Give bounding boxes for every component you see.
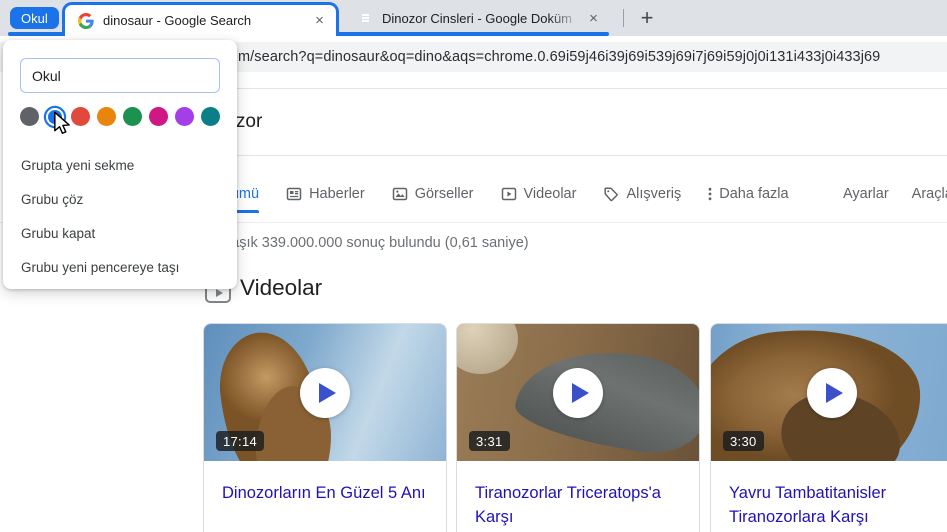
tab-title: Dinozor Cinsleri - Google Doküm — [382, 11, 573, 26]
tab-dinosaur-search[interactable]: dinosaur - Google Search × — [62, 2, 339, 36]
tab-ayarlar[interactable]: Ayarlar — [843, 186, 889, 202]
tab-araclar[interactable]: Araçlar — [912, 186, 947, 202]
video-thumbnail[interactable]: 17:14 — [204, 324, 446, 461]
tab-alisveris[interactable]: Alışveriş — [603, 186, 681, 202]
tab-haberler[interactable]: Haberler — [286, 186, 365, 202]
images-icon — [392, 186, 408, 202]
browser-window: dinozor Tümü Haberler Görseller — [0, 0, 947, 532]
video-card[interactable]: 17:14 Dinozorların En Güzel 5 Anı — [203, 323, 447, 532]
google-search-box[interactable]: dinozor — [185, 88, 947, 156]
serp-nav-right: Ayarlar Araçlar — [843, 182, 947, 206]
group-color-swatches — [20, 105, 220, 128]
swatch-orange[interactable] — [97, 107, 116, 126]
swatch-purple[interactable] — [175, 107, 194, 126]
video-duration-badge: 3:30 — [723, 431, 764, 451]
videos-icon — [501, 186, 517, 202]
tab-gorseller[interactable]: Görseller — [392, 186, 474, 202]
news-icon — [286, 186, 302, 202]
video-thumbnail[interactable]: 3:30 — [711, 324, 947, 461]
close-icon[interactable]: × — [585, 10, 602, 27]
tab-separator — [623, 9, 624, 27]
play-button-icon[interactable] — [807, 367, 857, 418]
result-stats: Yaklaşık 339.000.000 sonuç bulundu (0,61… — [204, 235, 529, 251]
new-tab-button[interactable]: + — [633, 4, 661, 32]
video-card[interactable]: 3:31 Tiranozorlar Triceratops'a Karşı — [456, 323, 700, 532]
video-duration-badge: 17:14 — [216, 431, 265, 451]
group-name-input[interactable]: Okul — [20, 58, 220, 93]
close-icon[interactable]: × — [311, 12, 328, 29]
play-button-icon[interactable] — [553, 367, 603, 418]
google-g-icon — [78, 12, 94, 29]
video-duration-badge: 3:31 — [469, 431, 510, 451]
menu-item-ungroup[interactable]: Grubu çöz — [3, 182, 237, 216]
swatch-green[interactable] — [123, 107, 142, 126]
more-dots-icon — [708, 186, 712, 202]
tab-daha-fazla[interactable]: Daha fazla — [708, 186, 789, 202]
serp-nav: Tümü Haberler Görseller Videolar Alışver… — [222, 182, 789, 213]
video-card[interactable]: 3:30 Yavru Tambatitanisler Tiranozorlara… — [710, 323, 947, 532]
swatch-red[interactable] — [71, 107, 90, 126]
mouse-cursor-icon — [52, 111, 72, 142]
play-button-icon[interactable] — [300, 367, 350, 418]
video-title-link[interactable]: Dinozorların En Güzel 5 Anı — [204, 461, 446, 505]
swatch-cyan[interactable] — [201, 107, 220, 126]
url-text: m/search?q=dinosaur&oq=dino&aqs=chrome.0… — [238, 49, 881, 65]
video-title-link[interactable]: Tiranozorlar Triceratops'a Karşı — [457, 461, 699, 529]
thumbnail-art — [457, 324, 518, 374]
tab-dinozor-cinsleri[interactable]: Dinozor Cinsleri - Google Doküm × — [345, 4, 608, 33]
video-title-link[interactable]: Yavru Tambatitanisler Tiranozorlara Karş… — [711, 461, 947, 529]
video-thumbnail[interactable]: 3:31 — [457, 324, 699, 461]
tab-strip: Okul dinosaur - Google Search × Dinozor … — [0, 0, 947, 36]
menu-item-close-group[interactable]: Grubu kapat — [3, 216, 237, 250]
videos-section-title: Videolar — [240, 275, 323, 300]
group-menu-items: Grupta yeni sekme Grubu çöz Grubu kapat … — [3, 148, 237, 284]
tab-group-menu: Okul Grupta yeni sekme Grubu çöz Grubu k… — [3, 40, 237, 289]
swatch-grey[interactable] — [20, 107, 39, 126]
menu-item-new-tab-in-group[interactable]: Grupta yeni sekme — [3, 148, 237, 182]
thumbnail-art — [511, 339, 699, 460]
tab-title: dinosaur - Google Search — [103, 13, 252, 28]
shopping-tag-icon — [603, 186, 619, 202]
google-docs-icon — [357, 11, 373, 27]
tab-group-chip[interactable]: Okul — [10, 7, 59, 29]
menu-item-move-to-new-window[interactable]: Grubu yeni pencereye taşı — [3, 250, 237, 284]
tab-videolar[interactable]: Videolar — [501, 186, 576, 202]
swatch-pink[interactable] — [149, 107, 168, 126]
